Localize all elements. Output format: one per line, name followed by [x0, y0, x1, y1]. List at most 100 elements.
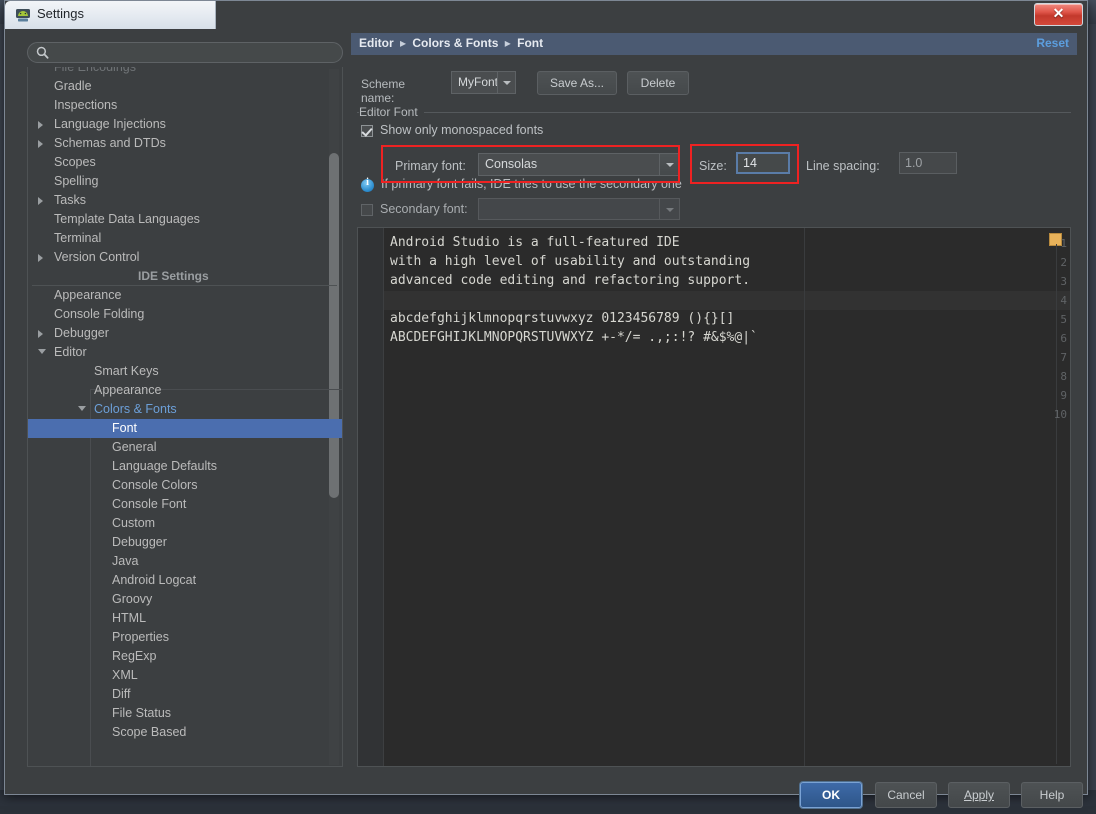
sidebar-item-label: Tasks [54, 193, 86, 207]
chevron-right-icon[interactable] [38, 197, 43, 205]
close-button[interactable]: ✕ [1034, 3, 1083, 26]
sidebar-item-android-logcat[interactable]: Android Logcat [28, 571, 342, 590]
android-studio-icon [15, 7, 31, 23]
sidebar-item-language-injections[interactable]: Language Injections [28, 115, 342, 134]
save-as-button[interactable]: Save As... [537, 71, 617, 95]
line-spacing-label: Line spacing: [806, 159, 880, 173]
chevron-down-icon[interactable] [497, 72, 515, 93]
breadcrumb-item-font[interactable]: Font [517, 36, 543, 50]
sidebar-item-label: Groovy [112, 592, 153, 606]
breadcrumb-item-colors-fonts[interactable]: Colors & Fonts [412, 36, 498, 50]
cancel-button[interactable]: Cancel [875, 782, 937, 808]
sidebar-item-appearance[interactable]: Appearance [28, 381, 342, 400]
sidebar-item-scope-based[interactable]: Scope Based [28, 723, 342, 742]
sidebar-item-console-folding[interactable]: Console Folding [28, 305, 342, 324]
chevron-right-icon[interactable] [38, 140, 43, 148]
group-divider [357, 112, 1071, 113]
reset-link[interactable]: Reset [1036, 36, 1069, 50]
editor-font-group-title: Editor Font [359, 105, 424, 119]
sidebar-item-general[interactable]: General [28, 438, 342, 457]
settings-search-box[interactable] [27, 42, 343, 63]
sidebar-item-file-encodings[interactable]: File Encodings [28, 67, 342, 77]
delete-button[interactable]: Delete [627, 71, 689, 95]
sidebar-item-label: Version Control [54, 250, 140, 264]
editor-line-number: 8 [1060, 370, 1067, 383]
scheme-name-combobox[interactable]: MyFont [451, 71, 516, 94]
chevron-down-icon[interactable] [38, 349, 46, 354]
sidebar-item-console-font[interactable]: Console Font [28, 495, 342, 514]
sidebar-item-label: Java [112, 554, 139, 568]
title-bar: Settings ✕ [5, 1, 1087, 29]
sidebar-item-debugger[interactable]: Debugger [28, 324, 342, 343]
editor-code-line: advanced code editing and refactoring su… [390, 273, 751, 288]
sidebar-item-html[interactable]: HTML [28, 609, 342, 628]
sidebar-item-inspections[interactable]: Inspections [28, 96, 342, 115]
primary-font-combobox[interactable]: Consolas [478, 153, 675, 176]
sidebar-item-gradle[interactable]: Gradle [28, 77, 342, 96]
save-as-label: Save As... [549, 76, 605, 90]
sidebar-item-label: Console Folding [54, 307, 145, 321]
sidebar-item-schemas-and-dtds[interactable]: Schemas and DTDs [28, 134, 342, 153]
sidebar-item-terminal[interactable]: Terminal [28, 229, 342, 248]
sidebar-item-version-control[interactable]: Version Control [28, 248, 342, 267]
dialog-content: File Encodings Gradle Inspections Language … [11, 29, 1083, 808]
sidebar-item-java[interactable]: Java [28, 552, 342, 571]
apply-label: Apply [963, 788, 995, 802]
editor-line-number: 5 [1060, 313, 1067, 326]
settings-tree[interactable]: File Encodings Gradle Inspections Language … [27, 67, 343, 767]
sidebar-item-label: Diff [112, 687, 131, 701]
sidebar-item-label: Font [112, 421, 138, 435]
sidebar-item-debugger[interactable]: Debugger [28, 533, 342, 552]
help-label: Help [1039, 788, 1065, 802]
sidebar-item-label: Properties [112, 630, 169, 644]
caret-row-highlight [384, 291, 1070, 310]
sidebar-item-console-colors[interactable]: Console Colors [28, 476, 342, 495]
sidebar-item-tasks[interactable]: Tasks [28, 191, 342, 210]
sidebar-item-label: HTML [112, 611, 147, 625]
secondary-font-chevron-down-icon[interactable] [659, 198, 680, 220]
sidebar-item-label: Terminal [54, 231, 102, 245]
ok-label: OK [822, 788, 840, 802]
chevron-right-icon[interactable] [38, 330, 43, 338]
sidebar-item-label: Scopes [54, 155, 96, 169]
secondary-font-checkbox[interactable] [361, 204, 373, 216]
help-button[interactable]: Help [1021, 782, 1083, 808]
sidebar-item-font[interactable]: Font [28, 419, 342, 438]
sidebar-item-appearance[interactable]: Appearance [28, 286, 342, 305]
sidebar-item-diff[interactable]: Diff [28, 685, 342, 704]
sidebar-item-file-status[interactable]: File Status [28, 704, 342, 723]
sidebar-item-scopes[interactable]: Scopes [28, 153, 342, 172]
editor-line-number: 6 [1060, 332, 1067, 345]
sidebar-item-template-data-languages[interactable]: Template Data Languages [28, 210, 342, 229]
font-size-value: 14 [743, 156, 757, 170]
chevron-down-icon[interactable] [78, 406, 86, 411]
show-monospaced-checkbox[interactable] [361, 125, 373, 137]
sidebar-item-editor[interactable]: Editor [28, 343, 342, 362]
sidebar-item-properties[interactable]: Properties [28, 628, 342, 647]
sidebar-item-xml[interactable]: XML [28, 666, 342, 685]
secondary-font-combobox[interactable] [478, 198, 675, 220]
tree-group-header: IDE Settings [28, 267, 342, 286]
chevron-right-icon[interactable] [38, 254, 43, 262]
font-preview-editor[interactable]: 1 2 3 4 5 6 7 8 9 10 Android Studio is a full-feat… [357, 227, 1071, 767]
breadcrumb-item-editor[interactable]: Editor [359, 36, 394, 50]
right-margin-guide [804, 228, 805, 766]
sidebar-item-language-defaults[interactable]: Language Defaults [28, 457, 342, 476]
sidebar-item-groovy[interactable]: Groovy [28, 590, 342, 609]
editor-gutter [358, 228, 383, 766]
sidebar-item-label: Template Data Languages [54, 212, 200, 226]
line-spacing-input[interactable]: 1.0 [899, 152, 957, 174]
font-size-input[interactable]: 14 [736, 152, 790, 174]
sidebar-item-colors-fonts[interactable]: Colors & Fonts [28, 400, 342, 419]
primary-font-chevron-down-icon[interactable] [659, 153, 680, 176]
chevron-right-icon[interactable] [38, 121, 43, 129]
primary-font-label: Primary font: [395, 159, 466, 173]
sidebar-item-smart-keys[interactable]: Smart Keys [28, 362, 342, 381]
primary-font-value: Consolas [485, 157, 538, 171]
editor-line-number: 1 [1060, 237, 1067, 250]
apply-button[interactable]: Apply [948, 782, 1010, 808]
ok-button[interactable]: OK [800, 782, 862, 808]
sidebar-item-custom[interactable]: Custom [28, 514, 342, 533]
sidebar-item-spelling[interactable]: Spelling [28, 172, 342, 191]
sidebar-item-regexp[interactable]: RegExp [28, 647, 342, 666]
